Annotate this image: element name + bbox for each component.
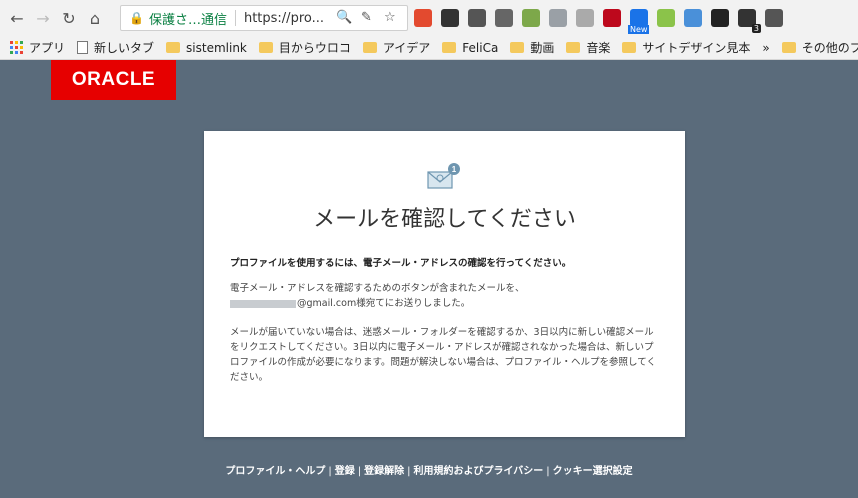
page-icon: [77, 41, 89, 54]
pinterest-extension-icon[interactable]: [603, 9, 621, 27]
bookmark-label: 動画: [530, 41, 555, 55]
folder-icon: [622, 42, 637, 53]
sheet-extension-icon[interactable]: [522, 9, 540, 27]
bookmark-folders: sistemlink 目からウロコ アイデア FeliCa 動画 音楽 サイトデザイン見本: [166, 39, 762, 56]
reload-icon[interactable]: ↻: [56, 5, 82, 31]
flash-extension-icon[interactable]: [549, 9, 567, 27]
bookmark-folder[interactable]: アイデア: [362, 39, 431, 56]
footer-links: プロファイル・ヘルプ | 登録 | 登録解除 | 利用規約およびプライバシー | クッキー選択設…: [0, 462, 858, 477]
extensions-area: New 3: [414, 6, 783, 34]
bookmark-label: sistemlink: [186, 40, 247, 55]
bookmark-other[interactable]: その他のブックマ: [781, 39, 858, 56]
footer-link[interactable]: クッキー選択設定: [553, 466, 633, 477]
new-ext-extension-icon[interactable]: New: [628, 9, 650, 34]
paint-icon[interactable]: ✎: [361, 10, 372, 25]
zoom-icon[interactable]: 🔍: [336, 10, 352, 25]
lock-icon: 🔒: [129, 11, 144, 25]
folder-icon: [362, 42, 377, 53]
footer-link[interactable]: 登録解除: [364, 466, 404, 477]
oracle-logo[interactable]: ORACLE: [51, 60, 176, 100]
page-title: メールを確認してください: [313, 207, 576, 232]
bookmark-apps[interactable]: アプリ: [29, 39, 65, 56]
message-line: 様宛てにお送りしました。: [356, 298, 471, 309]
footer-separator: |: [328, 466, 332, 477]
folder-icon: [566, 42, 581, 53]
footer-link[interactable]: 利用規約およびプライバシー: [413, 466, 543, 477]
evernote-extension-icon[interactable]: [468, 9, 486, 27]
svg-text:1: 1: [452, 165, 457, 174]
folder-icon: [781, 42, 796, 53]
secure-label: 保護さ…通信: [148, 12, 227, 28]
bookmark-folder[interactable]: サイトデザイン見本: [622, 39, 750, 56]
bookmark-new-tab[interactable]: 新しいタブ: [77, 39, 154, 56]
android-extension-icon[interactable]: [657, 9, 675, 27]
bookmark-folder[interactable]: FeliCa: [442, 39, 498, 56]
extension-badge: New: [628, 25, 650, 34]
bookmark-star-icon[interactable]: ☆: [384, 10, 396, 25]
bookmark-label: 音楽: [586, 41, 611, 55]
url-text[interactable]: https://pro...: [244, 11, 324, 26]
forward-icon[interactable]: →: [30, 5, 56, 31]
address-bar[interactable]: 🔒 保護さ…通信 https://pro... 🔍 ✎ ☆: [120, 5, 408, 31]
eye-extension-icon[interactable]: 3: [738, 9, 761, 33]
folder-icon: [166, 42, 181, 53]
bookmark-label: FeliCa: [462, 40, 499, 55]
omnibox-divider: [234, 10, 236, 26]
bookmark-label: 目からウロコ: [278, 41, 351, 55]
circle-ext-extension-icon[interactable]: [495, 9, 513, 27]
bookmark-folder[interactable]: 音楽: [566, 39, 610, 56]
bookmarks-overflow-button[interactable]: »: [762, 41, 769, 55]
footer-separator: |: [546, 466, 550, 477]
footer-separator: |: [357, 466, 362, 477]
settings-extension-icon[interactable]: [441, 9, 459, 27]
extension-badge: 3: [751, 24, 761, 33]
email-domain: @gmail.com: [297, 298, 357, 309]
bookmark-folder[interactable]: sistemlink: [166, 39, 247, 56]
apps-grid-icon[interactable]: [10, 41, 23, 54]
eyedropper-extension-icon[interactable]: [414, 9, 432, 27]
bookmark-label: その他のブックマ: [801, 41, 858, 55]
bookmark-folder[interactable]: 動画: [510, 39, 554, 56]
folder-icon: [258, 42, 273, 53]
folder-icon: [510, 42, 525, 53]
browser-toolbar: ← → ↻ ⌂ 🔒 保護さ…通信 https://pro... 🔍 ✎ ☆ Ne…: [0, 0, 858, 36]
home-icon[interactable]: ⌂: [82, 5, 108, 31]
bookmarks-bar: アプリ 新しいタブ sistemlink 目からウロコ アイデア FeliCa 動画 音楽…: [0, 36, 858, 60]
bookmark-label: 新しいタブ: [94, 41, 155, 55]
mail-notification-icon: 1: [427, 163, 460, 189]
tab-ext-extension-icon[interactable]: [684, 9, 702, 27]
rss-extension-icon[interactable]: [576, 9, 594, 27]
bookmark-label: サイトデザイン見本: [642, 41, 751, 55]
folder-icon: [442, 42, 457, 53]
instruction-lead: プロファイルを使用するには、電子メール・アドレスの確認を行ってください。: [230, 258, 572, 269]
not-received-message: メールが届いていない場合は、迷惑メール・フォルダーを確認するか、3日以内に新しい…: [230, 327, 656, 383]
verify-email-card: 1 メールを確認してください プロファイルを使用するには、電子メール・アドレスの…: [204, 131, 685, 437]
email-sent-message: 電子メール・アドレスを確認するためのボタンが含まれたメールを、 @gmail.c…: [230, 281, 660, 311]
bookmark-label: アイデア: [382, 41, 431, 55]
terminal-extension-icon[interactable]: [711, 9, 729, 27]
back-icon[interactable]: ←: [4, 5, 30, 31]
footer-link[interactable]: 登録: [335, 466, 355, 477]
footer-separator: |: [407, 466, 411, 477]
bookmark-folder[interactable]: 目からウロコ: [258, 39, 351, 56]
footer-link[interactable]: プロファイル・ヘルプ: [225, 466, 325, 477]
message-line: 電子メール・アドレスを確認するためのボタンが含まれたメールを、: [230, 283, 525, 294]
ext-last-extension-icon[interactable]: [765, 9, 783, 27]
masked-email-redaction: [230, 299, 296, 308]
